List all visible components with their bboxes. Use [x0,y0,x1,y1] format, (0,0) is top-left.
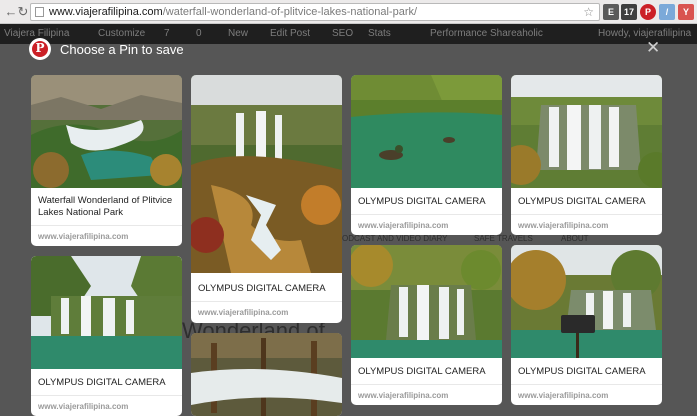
pin-caption: OLYMPUS DIGITAL CAMERA [38,377,166,388]
pin-picker-title: Choose a Pin to save [60,42,184,57]
pin-card[interactable]: OLYMPUS DIGITAL CAMERA www.viajerafilipi… [351,245,502,405]
pin-source: www.viajerafilipina.com [198,308,289,317]
pin-photo [351,245,502,358]
pin-card[interactable]: OLYMPUS DIGITAL CAMERA www.viajerafilipi… [511,75,662,235]
pin-caption: OLYMPUS DIGITAL CAMERA [358,196,486,207]
pin-source: www.viajerafilipina.com [518,221,609,230]
pin-source: www.viajerafilipina.com [358,221,449,230]
pin-card[interactable]: Waterfall Wonderland of Plitvice Lakes N… [31,75,182,246]
pin-caption: Waterfall Wonderland of Plitvice Lakes N… [38,195,173,218]
card-divider [31,225,182,226]
extension-eyedropper-icon[interactable]: / [659,4,675,20]
card-divider [351,214,502,215]
pin-source: www.viajerafilipina.com [518,391,609,400]
pin-card[interactable] [191,333,342,416]
card-divider [351,384,502,385]
pin-photo [191,75,342,273]
reload-icon[interactable]: ↻ [15,4,31,20]
star-icon[interactable]: ☆ [583,4,594,20]
pin-photo [191,333,342,416]
pin-card[interactable]: OLYMPUS DIGITAL CAMERA www.viajerafilipi… [351,75,502,235]
bg-menu-item: SAFE TRAVELS [474,234,533,243]
card-divider [511,384,662,385]
pin-source: www.viajerafilipina.com [38,232,129,241]
extension-calendar-icon[interactable]: 17 [621,4,637,20]
pin-caption: OLYMPUS DIGITAL CAMERA [358,366,486,377]
pin-source: www.viajerafilipina.com [358,391,449,400]
url-host: www.viajerafilipina.com [49,6,163,18]
pinterest-logo-icon: P [29,38,51,60]
pin-photo [31,256,182,369]
browser-toolbar: ← ↻ www.viajerafilipina.com/waterfall-wo… [0,0,697,24]
pin-card[interactable]: OLYMPUS DIGITAL CAMERA www.viajerafilipi… [511,245,662,405]
extension-evernote-icon[interactable]: E [603,4,619,20]
extension-pinterest-icon[interactable]: P [640,4,656,20]
card-divider [191,301,342,302]
pin-caption: OLYMPUS DIGITAL CAMERA [198,283,326,294]
url-path: /waterfall-wonderland-of-plitvice-lakes-… [162,6,418,18]
pin-card[interactable]: OLYMPUS DIGITAL CAMERA www.viajerafilipi… [31,256,182,416]
bg-menu-item: ABOUT [561,234,589,243]
address-bar[interactable]: www.viajerafilipina.com/waterfall-wonder… [30,3,600,21]
close-icon[interactable]: ✕ [646,38,660,58]
pin-picker-header: P Choose a Pin to save ✕ [0,36,697,64]
card-divider [31,395,182,396]
pin-caption: OLYMPUS DIGITAL CAMERA [518,366,646,377]
pin-card[interactable]: OLYMPUS DIGITAL CAMERA www.viajerafilipi… [191,75,342,323]
card-divider [511,214,662,215]
extension-yoast-icon[interactable]: Y [678,4,694,20]
pin-source: www.viajerafilipina.com [38,402,129,411]
pin-photo [511,245,662,358]
pin-photo [351,75,502,188]
page-icon [35,7,44,17]
pin-photo [31,75,182,188]
pin-photo [511,75,662,188]
bg-menu-item: ODCAST AND VIDEO DIARY [342,234,448,243]
pin-caption: OLYMPUS DIGITAL CAMERA [518,196,646,207]
